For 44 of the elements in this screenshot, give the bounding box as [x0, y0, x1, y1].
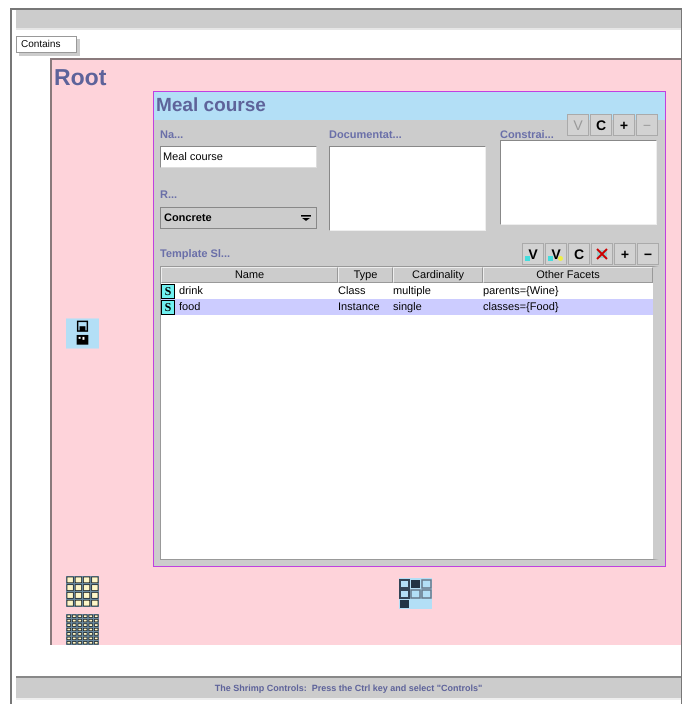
view-button[interactable]: V: [522, 243, 544, 265]
table-cell-text: single: [393, 301, 423, 313]
grid-icon[interactable]: [66, 614, 99, 645]
documentation-label: Documentat...: [329, 128, 403, 142]
view-button[interactable]: V: [545, 243, 567, 265]
toolbar-button[interactable]: +: [614, 243, 636, 265]
toolbar-button[interactable]: C: [568, 243, 590, 265]
table-row[interactable]: S food Instance single classes={Food}: [161, 299, 653, 315]
table-row[interactable]: S drink Class multiple parents={Wine}: [161, 283, 653, 299]
table-cell-text: parents={Wine}: [483, 285, 560, 297]
panel-title: Meal course: [154, 92, 665, 120]
grid-icon[interactable]: [66, 576, 99, 607]
table-cell: drink: [179, 285, 203, 297]
table-cell: food: [179, 301, 200, 313]
name-field[interactable]: Meal course: [160, 146, 317, 168]
form-icon[interactable]: [66, 318, 99, 349]
column-header[interactable]: Type: [338, 267, 393, 283]
documentation-field[interactable]: [329, 146, 486, 231]
layout-icon[interactable]: [399, 578, 432, 609]
delete-icon: [595, 247, 609, 261]
column-header[interactable]: Name: [161, 267, 338, 283]
root-title: Root: [53, 63, 108, 91]
column-header[interactable]: Other Facets: [483, 267, 653, 283]
name-label: Na...: [160, 128, 184, 142]
square-icon: [525, 256, 530, 261]
slot-badge: S: [161, 284, 175, 298]
role-dropdown[interactable]: Concrete: [160, 207, 317, 229]
constraints-field[interactable]: [500, 140, 657, 225]
column-header[interactable]: Cardinality: [393, 267, 483, 283]
table-cell-text: Class: [338, 285, 367, 297]
toolbar-button[interactable]: +: [613, 114, 635, 136]
status-bar: The Shrimp Controls: Press the Ctrl key and select "Controls": [16, 676, 681, 700]
remove-button[interactable]: [591, 243, 613, 265]
slot-badge: S: [161, 300, 175, 314]
template-slots-label: Template Sl...: [160, 247, 230, 261]
square-icon: [548, 256, 553, 261]
toolbar-button[interactable]: −: [637, 243, 659, 265]
role-label: R...: [160, 188, 178, 202]
caret-icon: [301, 215, 311, 221]
toolbar-button[interactable]: C: [590, 114, 612, 136]
table-cell-text: multiple: [393, 285, 432, 297]
constraints-label: Constrai...: [500, 128, 554, 142]
table-cell-text: classes={Food}: [483, 301, 560, 313]
table-cell-text: Instance: [338, 301, 381, 313]
